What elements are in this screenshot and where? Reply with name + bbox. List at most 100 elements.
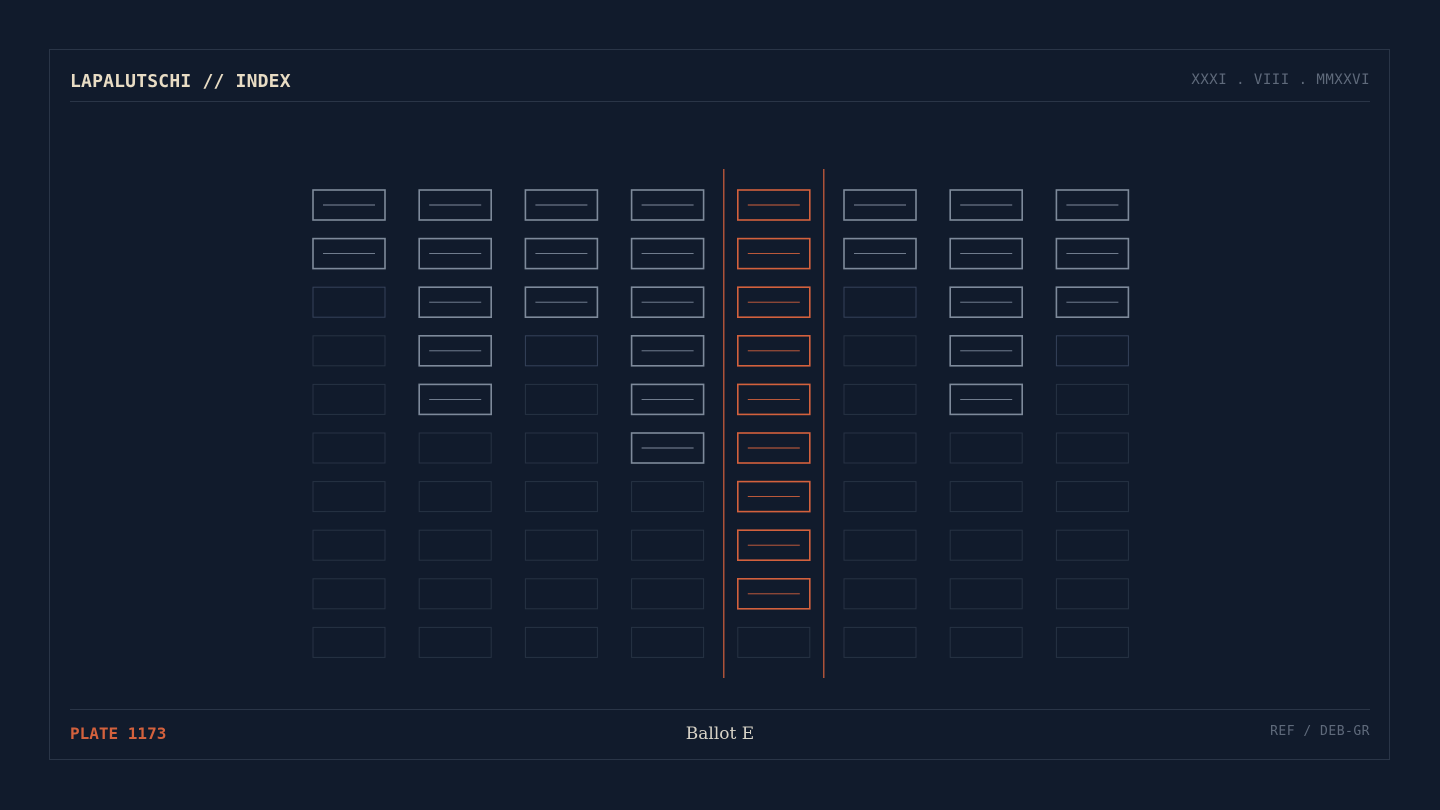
ballot-cell — [736, 286, 811, 319]
ballot-cell — [418, 383, 493, 416]
ballot-cell — [843, 189, 917, 221]
ballot-cell — [843, 335, 917, 367]
cell-box-empty — [418, 578, 492, 610]
ballot-cell — [524, 529, 598, 561]
ballot-cell — [418, 529, 492, 561]
cell-box-empty — [418, 481, 492, 513]
ballot-cell — [1055, 237, 1130, 270]
cell-box-empty — [524, 335, 598, 367]
ballot-cell — [418, 481, 492, 513]
cell-box-empty — [843, 529, 917, 561]
ballot-cell — [312, 626, 386, 658]
ballot-cell — [312, 237, 386, 270]
ballot-cell — [524, 383, 598, 415]
ballot-cell — [843, 237, 917, 270]
ballot-cell — [312, 529, 386, 561]
ballot-cell — [1055, 578, 1129, 610]
ballot-cell — [949, 383, 1024, 416]
ballot-cell — [631, 529, 705, 561]
cell-box-empty — [524, 481, 598, 513]
ballot-cell — [1055, 481, 1129, 513]
ballot-cell — [736, 237, 811, 270]
ballot-cell — [418, 334, 493, 367]
cell-box-empty — [949, 578, 1023, 610]
ballot-cell — [524, 286, 599, 319]
cell-box-empty — [524, 529, 598, 561]
ballot-cell — [312, 335, 386, 367]
ballot-cell — [524, 335, 598, 367]
cell-box-empty — [312, 481, 386, 513]
ballot-grid — [312, 169, 1130, 678]
ballot-cell — [418, 286, 493, 319]
cell-box-empty — [843, 578, 917, 610]
ballot-cell — [418, 432, 492, 464]
cell-box-empty — [312, 383, 386, 415]
ballot-cell — [630, 189, 705, 221]
ballot-cell — [312, 432, 386, 464]
cell-box-empty — [312, 432, 386, 464]
ballot-cell — [312, 383, 386, 415]
ballot-cell — [418, 237, 493, 270]
ballot-cell — [1055, 626, 1129, 658]
cell-box-empty — [312, 578, 386, 610]
ballot-cell — [949, 578, 1023, 610]
cell-box-empty — [843, 626, 917, 658]
ballot-cell — [631, 578, 705, 610]
ballot-cell — [843, 432, 917, 464]
ballot-cell — [1055, 189, 1130, 221]
cell-box-empty — [949, 626, 1023, 658]
ballot-cell — [736, 383, 811, 416]
cell-box-empty — [1055, 626, 1129, 658]
ballot-cell — [524, 481, 598, 513]
ballot-cell — [843, 481, 917, 513]
cell-box-empty — [524, 383, 598, 415]
ballot-cell — [949, 529, 1023, 561]
ballot-cell — [949, 237, 1024, 270]
ballot-cell — [1055, 383, 1129, 415]
ballot-cell — [312, 481, 386, 513]
ballot-cell — [949, 334, 1024, 367]
ballot-cell — [630, 286, 705, 319]
cell-box-empty — [524, 432, 598, 464]
ballot-cell — [1055, 529, 1129, 561]
ballot-cell — [630, 383, 705, 416]
ballot-cell — [312, 189, 386, 221]
ballot-cell — [631, 481, 705, 513]
ballot-cell — [630, 334, 705, 367]
ballot-cell — [418, 578, 492, 610]
cell-box-empty — [843, 432, 917, 464]
cell-box-empty — [631, 578, 705, 610]
cell-box-empty — [631, 529, 705, 561]
cell-box-empty — [1055, 578, 1129, 610]
ballot-cell — [736, 432, 811, 464]
ballot-cell — [949, 432, 1023, 464]
ballot-cell — [949, 286, 1024, 319]
ballot-cell — [524, 578, 598, 610]
cell-box-empty — [843, 286, 917, 318]
cell-box-empty — [1055, 432, 1129, 464]
cell-box-empty — [1055, 335, 1129, 367]
ballot-cell — [843, 578, 917, 610]
ballot-cell — [524, 626, 598, 658]
ballot-cell — [1055, 432, 1129, 464]
ballot-cell — [843, 383, 917, 415]
cell-box-empty — [524, 626, 598, 658]
cell-box-empty — [1055, 529, 1129, 561]
cell-box-empty — [1055, 481, 1129, 513]
cell-box-empty — [312, 286, 386, 318]
reference-label: REF / DEB-GR — [1270, 724, 1370, 739]
cell-box-empty — [949, 529, 1023, 561]
cell-box-empty — [312, 626, 386, 658]
ballot-cell — [736, 577, 811, 610]
ballot-cell — [312, 578, 386, 610]
cell-box-empty — [843, 335, 917, 367]
cell-box-empty — [631, 626, 705, 658]
ballot-cell — [736, 189, 811, 221]
cell-box-empty — [312, 529, 386, 561]
ballot-cell — [631, 626, 705, 658]
footer: PLATE 1173 Ballot E REF / DEB-GR — [70, 709, 1370, 749]
ballot-cell — [418, 626, 492, 658]
cell-box-empty — [418, 626, 492, 658]
ballot-cell — [524, 189, 599, 221]
cell-box-empty — [1055, 383, 1129, 415]
